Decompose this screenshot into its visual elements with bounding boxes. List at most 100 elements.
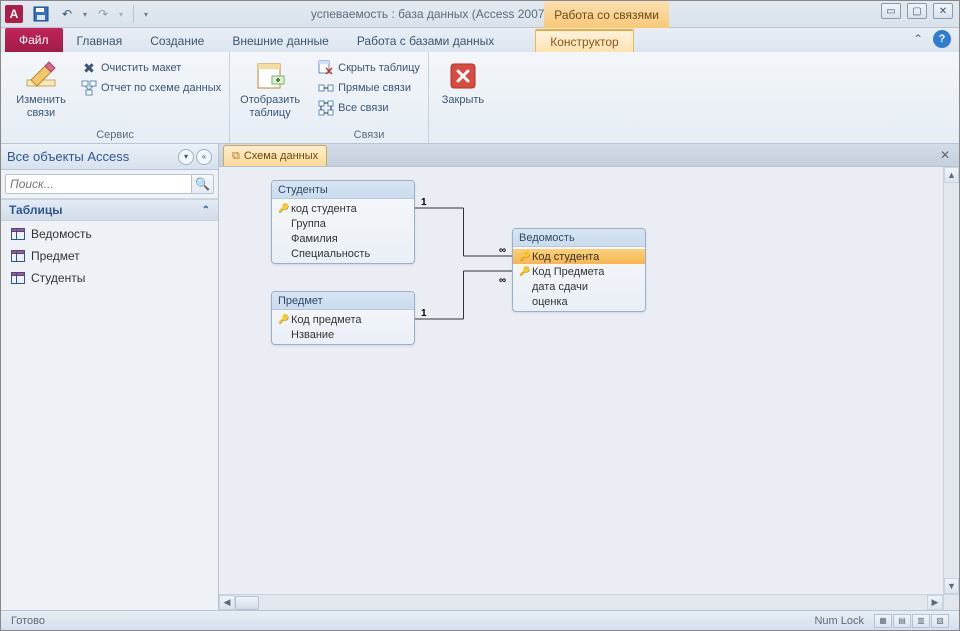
title-bar: A ↶ ▾ ↷ ▾ ▾ успеваемость : база данных (… bbox=[1, 1, 959, 28]
edit-relationships-label: Изменить связи bbox=[9, 94, 73, 120]
save-icon[interactable] bbox=[31, 4, 51, 24]
schema-field[interactable]: Код предмета bbox=[272, 312, 414, 327]
schema-table-box[interactable]: Ведомость Код студентаКод Предметадата сд… bbox=[512, 228, 646, 312]
view-buttons: ▦ ▤ ▥ ▧ bbox=[874, 614, 949, 628]
ribbon-group-close-label bbox=[437, 139, 489, 143]
nav-header-label: Все объекты Access bbox=[7, 149, 129, 164]
nav-items-list: Ведомость Предмет Студенты bbox=[1, 221, 218, 291]
horizontal-scrollbar[interactable]: ◀ ▶ bbox=[219, 594, 943, 610]
undo-icon[interactable]: ↶ bbox=[57, 4, 77, 24]
schema-table-title[interactable]: Студенты bbox=[272, 181, 414, 199]
status-text: Готово bbox=[11, 615, 45, 627]
ribbon-group-relationships-label: Связи bbox=[318, 127, 420, 143]
nav-item-table[interactable]: Студенты bbox=[1, 267, 218, 289]
document-close-button[interactable]: ✕ bbox=[937, 147, 953, 163]
schema-table-box[interactable]: Студенты код студентаГруппаФамилияСпециал… bbox=[271, 180, 415, 264]
body: Все объекты Access ▾ « 🔍 Таблицы ⌃ Ведом… bbox=[1, 144, 959, 610]
numlock-indicator: Num Lock bbox=[814, 615, 864, 627]
relationship-report-button[interactable]: Отчет по схеме данных bbox=[81, 80, 221, 96]
hide-table-button[interactable]: Скрыть таблицу bbox=[318, 60, 420, 76]
close-icon bbox=[449, 58, 477, 94]
redo-dropdown[interactable]: ▾ bbox=[119, 10, 123, 19]
schema-field[interactable]: Нзвание bbox=[272, 327, 414, 342]
document-tab-relationships[interactable]: ⧉ Схема данных bbox=[223, 145, 327, 166]
clear-layout-label: Очистить макет bbox=[101, 62, 181, 74]
schema-field[interactable]: Группа bbox=[272, 216, 414, 231]
schema-field[interactable]: Специальность bbox=[272, 246, 414, 261]
nav-item-label: Ведомость bbox=[31, 227, 92, 241]
schema-field[interactable]: Фамилия bbox=[272, 231, 414, 246]
svg-text:1: 1 bbox=[421, 308, 427, 319]
show-table-button[interactable]: Отобразить таблицу bbox=[238, 56, 302, 120]
schema-table-title[interactable]: Ведомость bbox=[513, 229, 645, 247]
schema-table-title[interactable]: Предмет bbox=[272, 292, 414, 310]
tab-file[interactable]: Файл bbox=[5, 28, 63, 52]
tab-design[interactable]: Конструктор bbox=[535, 29, 633, 52]
search-button[interactable]: 🔍 bbox=[192, 174, 214, 194]
vertical-scrollbar[interactable]: ▲ ▼ bbox=[943, 167, 959, 594]
view-button-2[interactable]: ▤ bbox=[893, 614, 911, 628]
svg-text:∞: ∞ bbox=[499, 245, 506, 256]
all-relationships-button[interactable]: Все связи bbox=[318, 100, 420, 116]
scroll-down-button[interactable]: ▼ bbox=[944, 578, 959, 594]
scroll-left-button[interactable]: ◀ bbox=[219, 595, 235, 610]
close-design-button[interactable]: Закрыть bbox=[437, 56, 489, 107]
hide-table-icon bbox=[318, 60, 334, 76]
magnifier-icon: 🔍 bbox=[195, 177, 210, 191]
schema-field[interactable]: Код Предмета bbox=[513, 264, 645, 279]
show-table-label: Отобразить таблицу bbox=[238, 94, 302, 120]
scroll-up-button[interactable]: ▲ bbox=[944, 167, 959, 183]
nav-collapse-icon[interactable]: « bbox=[196, 149, 212, 165]
clear-layout-icon: ✖ bbox=[81, 60, 97, 76]
help-icon[interactable]: ? bbox=[933, 30, 951, 48]
maximize-button[interactable]: ▢ bbox=[907, 3, 927, 19]
undo-dropdown[interactable]: ▾ bbox=[83, 10, 87, 19]
main-area: ⧉ Схема данных ✕ 1∞1∞ Студентыкод студен… bbox=[219, 144, 959, 610]
status-bar: Готово Num Lock ▦ ▤ ▥ ▧ bbox=[1, 610, 959, 630]
redo-icon[interactable]: ↷ bbox=[93, 4, 113, 24]
schema-field[interactable]: дата сдачи bbox=[513, 279, 645, 294]
document-tab-label: Схема данных bbox=[244, 150, 318, 162]
all-relationships-label: Все связи bbox=[338, 102, 388, 114]
scroll-corner bbox=[943, 594, 959, 610]
schema-table-box[interactable]: Предмет Код предметаНзвание bbox=[271, 291, 415, 345]
clear-layout-button[interactable]: ✖ Очистить макет bbox=[81, 60, 221, 76]
edit-relationships-icon bbox=[25, 58, 57, 94]
minimize-button[interactable]: ▭ bbox=[881, 3, 901, 19]
direct-relationships-button[interactable]: Прямые связи bbox=[318, 80, 420, 96]
system-menu: A bbox=[1, 5, 23, 23]
edit-relationships-button[interactable]: Изменить связи bbox=[9, 56, 73, 120]
nav-item-table[interactable]: Предмет bbox=[1, 245, 218, 267]
table-icon bbox=[11, 250, 25, 262]
scroll-right-button[interactable]: ▶ bbox=[927, 595, 943, 610]
window-controls: ▭ ▢ ✕ bbox=[881, 3, 953, 19]
view-button-4[interactable]: ▧ bbox=[931, 614, 949, 628]
minimize-ribbon-icon[interactable]: ⌃ bbox=[909, 30, 927, 48]
nav-item-label: Предмет bbox=[31, 249, 80, 263]
tab-external-data[interactable]: Внешние данные bbox=[218, 30, 343, 52]
ribbon-group-showtable: Отобразить таблицу bbox=[230, 52, 310, 143]
schema-field[interactable]: оценка bbox=[513, 294, 645, 309]
view-button-1[interactable]: ▦ bbox=[874, 614, 892, 628]
nav-header[interactable]: Все объекты Access ▾ « bbox=[1, 144, 218, 170]
schema-field[interactable]: Код студента bbox=[513, 249, 645, 264]
ribbon: Изменить связи ✖ Очистить макет Отчет по… bbox=[1, 52, 959, 144]
view-button-3[interactable]: ▥ bbox=[912, 614, 930, 628]
close-button[interactable]: ✕ bbox=[933, 3, 953, 19]
qat-customize[interactable]: ▾ bbox=[144, 10, 148, 19]
hide-table-label: Скрыть таблицу bbox=[338, 62, 420, 74]
ribbon-tabs: Файл Главная Создание Внешние данные Раб… bbox=[1, 28, 959, 52]
nav-item-table[interactable]: Ведомость bbox=[1, 223, 218, 245]
ribbon-group-tools: Изменить связи ✖ Очистить макет Отчет по… bbox=[1, 52, 230, 143]
relationship-report-label: Отчет по схеме данных bbox=[101, 82, 221, 94]
relationship-canvas[interactable]: 1∞1∞ Студентыкод студентаГруппаФамилияСп… bbox=[219, 167, 943, 594]
tab-home[interactable]: Главная bbox=[63, 30, 137, 52]
nav-dropdown-icon[interactable]: ▾ bbox=[178, 149, 194, 165]
scroll-thumb[interactable] bbox=[235, 596, 259, 610]
nav-category-tables[interactable]: Таблицы ⌃ bbox=[1, 199, 218, 221]
tab-create[interactable]: Создание bbox=[136, 30, 218, 52]
direct-relationships-label: Прямые связи bbox=[338, 82, 411, 94]
tab-database-tools[interactable]: Работа с базами данных bbox=[343, 30, 508, 52]
schema-field[interactable]: код студента bbox=[272, 201, 414, 216]
search-input[interactable] bbox=[5, 174, 192, 194]
